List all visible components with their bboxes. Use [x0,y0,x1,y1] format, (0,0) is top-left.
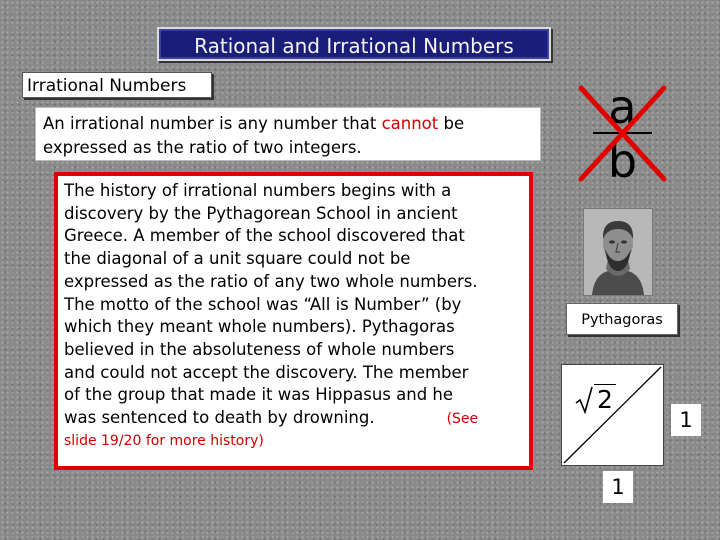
section-heading: Irrational Numbers [22,72,212,98]
slide-title: Rational and Irrational Numbers [157,27,551,61]
square-diagonal [563,366,662,464]
side-label-bottom: 1 [603,471,633,503]
slide-title-text: Rational and Irrational Numbers [194,34,514,58]
history-line: which they meant whole numbers). Pythago… [64,317,455,337]
see-also-reference: slide 19/20 for more history) [64,432,264,449]
square-root-symbol [575,386,593,414]
history-line: of the group that made it was Hippasus a… [64,385,454,405]
history-line-last: was sentenced to death by drowning. (See [64,407,529,431]
side-label-right: 1 [671,404,701,436]
history-box: The history of irrational numbers begins… [54,172,533,470]
definition-text-start: An irrational number is any number that [43,114,382,133]
portrait-caption: Pythagoras [566,303,678,335]
history-line: The motto of the school was “All is Numb… [64,294,462,314]
definition-line-1: An irrational number is any number that … [43,112,540,136]
history-line: the diagonal of a unit square could not … [64,249,411,269]
definition-line-2: expressed as the ratio of two integers. [43,138,362,157]
history-line: believed in the absoluteness of whole nu… [64,339,455,359]
diagonal-label: 2 [594,384,616,415]
bust-portrait-icon [583,208,653,296]
history-line: expressed as the ratio of any two whole … [64,271,478,291]
history-last-text: was sentenced to death by drowning. [64,408,375,428]
see-also-start: (See [446,411,479,428]
definition-emphasis: cannot [381,114,439,133]
unit-square-diagram: 2 [561,364,664,466]
definition-text-end: be [438,114,465,133]
history-line: The history of irrational numbers begins… [64,181,452,200]
slide: Rational and Irrational Numbers Irration… [0,0,720,540]
fraction-crossed: a b [575,82,670,185]
history-line: Greece. A member of the school discovere… [64,226,465,246]
definition-box: An irrational number is any number that … [35,107,541,161]
history-line: and could not accept the discovery. The … [64,362,469,382]
history-line: discovery by the Pythagorean School in a… [64,203,458,223]
red-x-cross-icon [578,85,667,182]
